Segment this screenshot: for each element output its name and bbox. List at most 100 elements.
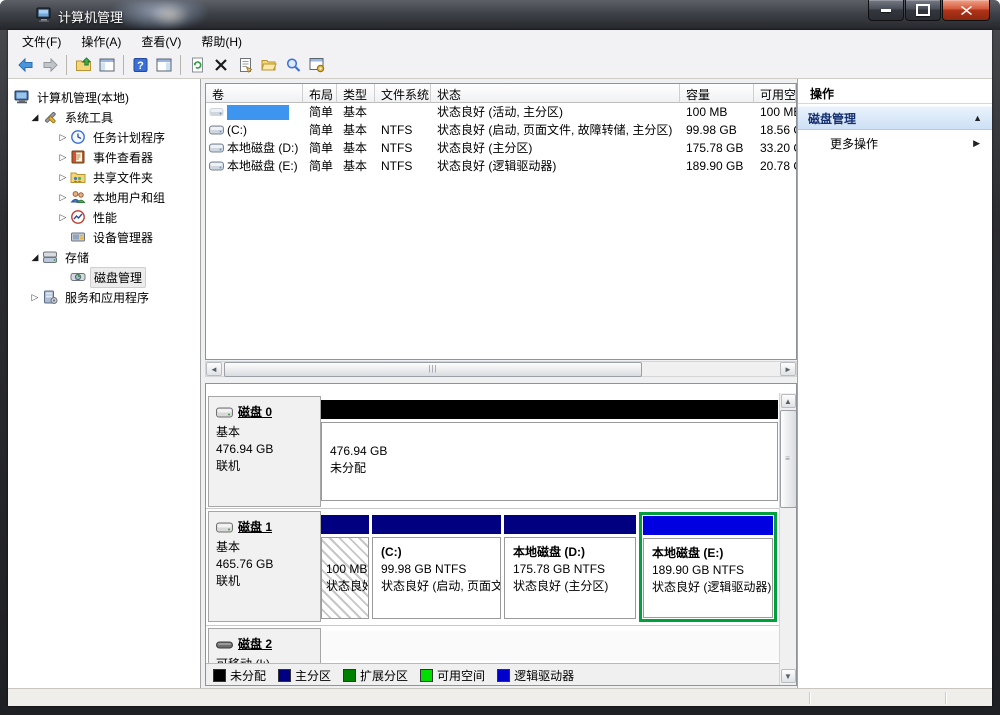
hscrollbar-thumb[interactable]: ||| xyxy=(224,362,642,377)
disk2-media-area[interactable] xyxy=(321,631,779,661)
expander-collapsed-icon[interactable]: ▷ xyxy=(56,152,70,163)
console-tree-icon xyxy=(98,57,116,73)
properties-button[interactable] xyxy=(233,54,257,76)
scroll-left-icon[interactable]: ◄ xyxy=(206,362,222,376)
scroll-right-icon[interactable]: ► xyxy=(780,362,796,376)
expander-collapsed-icon[interactable]: ▷ xyxy=(28,292,42,303)
find-button[interactable] xyxy=(281,54,305,76)
legend-swatch-logical-drive xyxy=(497,669,510,682)
volume-row-d[interactable]: 本地磁盘 (D:) 简单 基本 NTFS 状态良好 (主分区) 175.78 G… xyxy=(206,139,796,157)
console-tree: 计算机管理(本地) ◢ 系统工具 ▷ 任务计划程序 ▷ 事件查看器 ▷ 共享文件… xyxy=(8,79,201,688)
help-button[interactable]: ? xyxy=(128,54,152,76)
expander-collapsed-icon[interactable]: ▷ xyxy=(56,172,70,183)
tree-item-storage[interactable]: ◢ 存储 xyxy=(8,247,200,267)
maximize-button[interactable] xyxy=(905,0,941,21)
disk1-extended-partition-border: 本地磁盘 (E:) 189.90 GB NTFS 状态良好 (逻辑驱动器) xyxy=(639,512,777,622)
menu-file[interactable]: 文件(F) xyxy=(12,31,71,52)
menu-action[interactable]: 操作(A) xyxy=(71,31,131,52)
actions-group-disk-management[interactable]: 磁盘管理 ▲ xyxy=(798,106,992,130)
volume-list-header: 卷 布局 类型 文件系统 状态 容量 可用空间 xyxy=(206,84,796,103)
tree-item-shared-folders[interactable]: ▷ 共享文件夹 xyxy=(8,167,200,187)
computer-management-window: 计算机管理 文件(F) 操作(A) 查看(V) 帮助(H) xyxy=(0,0,1000,715)
collapse-group-icon[interactable]: ▲ xyxy=(973,113,982,123)
tree-item-services-applications[interactable]: ▷ 服务和应用程序 xyxy=(8,287,200,307)
aero-glass-reflection-2 xyxy=(150,2,190,28)
volume-list-hscrollbar[interactable]: ◄ ||| ► xyxy=(205,361,797,377)
console-settings-button[interactable] xyxy=(305,54,329,76)
vscrollbar-thumb[interactable]: ≡ xyxy=(780,410,797,508)
task-scheduler-icon xyxy=(70,129,86,145)
volume-icon xyxy=(209,159,224,173)
tree-item-task-scheduler[interactable]: ▷ 任务计划程序 xyxy=(8,127,200,147)
scroll-up-icon[interactable]: ▲ xyxy=(781,394,796,408)
forward-button[interactable] xyxy=(38,54,62,76)
magnifier-icon xyxy=(285,57,302,73)
menu-help[interactable]: 帮助(H) xyxy=(191,31,252,52)
delete-button[interactable] xyxy=(209,54,233,76)
partition-type-legend: 未分配 主分区 扩展分区 可用空间 逻辑驱动器 xyxy=(206,663,779,686)
tree-item-performance[interactable]: ▷ 性能 xyxy=(8,207,200,227)
more-actions-arrow-icon: ▶ xyxy=(973,138,980,149)
selected-tree-label[interactable]: 磁盘管理 xyxy=(90,267,146,288)
disk1-label[interactable]: 磁盘 1 基本 465.76 GB 联机 xyxy=(208,511,321,622)
disk0-unallocated-region[interactable]: 476.94 GB 未分配 xyxy=(321,400,778,501)
performance-icon xyxy=(70,209,86,225)
volume-row-c[interactable]: (C:) 简单 基本 NTFS 状态良好 (启动, 页面文件, 故障转储, 主分… xyxy=(206,121,796,139)
column-header-filesystem[interactable]: 文件系统 xyxy=(375,84,431,103)
minimize-button[interactable] xyxy=(868,0,904,21)
computer-icon xyxy=(14,89,30,105)
selected-volume-highlight xyxy=(227,105,289,120)
scroll-down-icon[interactable]: ▼ xyxy=(781,669,796,683)
legend-swatch-primary xyxy=(278,669,291,682)
column-header-capacity[interactable]: 容量 xyxy=(680,84,754,103)
menu-view[interactable]: 查看(V) xyxy=(131,31,191,52)
disk1-system-reserved-region[interactable]: 100 MB 状态良好 xyxy=(321,515,369,619)
tree-item-event-viewer[interactable]: ▷ 事件查看器 xyxy=(8,147,200,167)
refresh-icon xyxy=(189,57,206,73)
tree-item-device-manager[interactable]: 设备管理器 xyxy=(8,227,200,247)
title-bar[interactable]: 计算机管理 xyxy=(0,0,1000,30)
tree-item-computer-management[interactable]: 计算机管理(本地) xyxy=(8,87,200,107)
tree-item-disk-management[interactable]: 磁盘管理 xyxy=(8,267,200,287)
expander-collapsed-icon[interactable]: ▷ xyxy=(56,192,70,203)
expander-expanded-icon[interactable]: ◢ xyxy=(28,252,42,263)
column-header-status[interactable]: 状态 xyxy=(431,84,680,103)
maximize-icon xyxy=(916,4,930,16)
disk2-label[interactable]: 磁盘 2 可移动 (I:) xyxy=(208,628,321,663)
action-pane-icon xyxy=(155,57,173,73)
storage-icon xyxy=(42,249,58,265)
column-header-type[interactable]: 类型 xyxy=(337,84,375,103)
volume-row-e[interactable]: 本地磁盘 (E:) 简单 基本 NTFS 状态良好 (逻辑驱动器) 189.90… xyxy=(206,157,796,175)
disk1-c-region[interactable]: (C:) 99.98 GB NTFS 状态良好 (启动, 页面文件, 故障转储,… xyxy=(372,515,501,619)
more-actions-item[interactable]: 更多操作 ▶ xyxy=(798,130,992,156)
up-folder-button[interactable] xyxy=(71,54,95,76)
tree-item-local-users-groups[interactable]: ▷ 本地用户和组 xyxy=(8,187,200,207)
disk-icon xyxy=(216,522,233,534)
refresh-button[interactable] xyxy=(185,54,209,76)
column-header-volume[interactable]: 卷 xyxy=(206,84,303,103)
back-button[interactable] xyxy=(14,54,38,76)
primary-partition-band xyxy=(321,515,369,534)
close-button[interactable] xyxy=(942,0,990,21)
expander-expanded-icon[interactable]: ◢ xyxy=(28,112,42,123)
expander-collapsed-icon[interactable]: ▷ xyxy=(56,132,70,143)
disk1-d-region[interactable]: 本地磁盘 (D:) 175.78 GB NTFS 状态良好 (主分区) xyxy=(504,515,636,619)
toolbar-separator xyxy=(66,55,67,75)
disk-icon xyxy=(216,407,233,419)
column-header-free-space[interactable]: 可用空间 xyxy=(754,84,796,103)
legend-primary-partition: 主分区 xyxy=(278,667,331,684)
console-gear-icon xyxy=(308,57,326,73)
legend-swatch-extended xyxy=(343,669,356,682)
action-pane-toggle-button[interactable] xyxy=(152,54,176,76)
properties-icon xyxy=(237,57,254,73)
console-tree-toggle-button[interactable] xyxy=(95,54,119,76)
graphical-view-vscrollbar[interactable]: ▲ ≡ ▼ xyxy=(779,393,796,685)
legend-swatch-unallocated xyxy=(213,669,226,682)
volume-row-system-reserved[interactable]: 简单 基本 状态良好 (活动, 主分区) 100 MB 100 MB xyxy=(206,103,796,121)
disk1-e-region[interactable]: 本地磁盘 (E:) 189.90 GB NTFS 状态良好 (逻辑驱动器) xyxy=(642,515,774,619)
tree-item-system-tools[interactable]: ◢ 系统工具 xyxy=(8,107,200,127)
column-header-layout[interactable]: 布局 xyxy=(303,84,337,103)
disk0-label[interactable]: 磁盘 0 基本 476.94 GB 联机 xyxy=(208,396,321,507)
expander-collapsed-icon[interactable]: ▷ xyxy=(56,212,70,223)
open-folder-button[interactable] xyxy=(257,54,281,76)
